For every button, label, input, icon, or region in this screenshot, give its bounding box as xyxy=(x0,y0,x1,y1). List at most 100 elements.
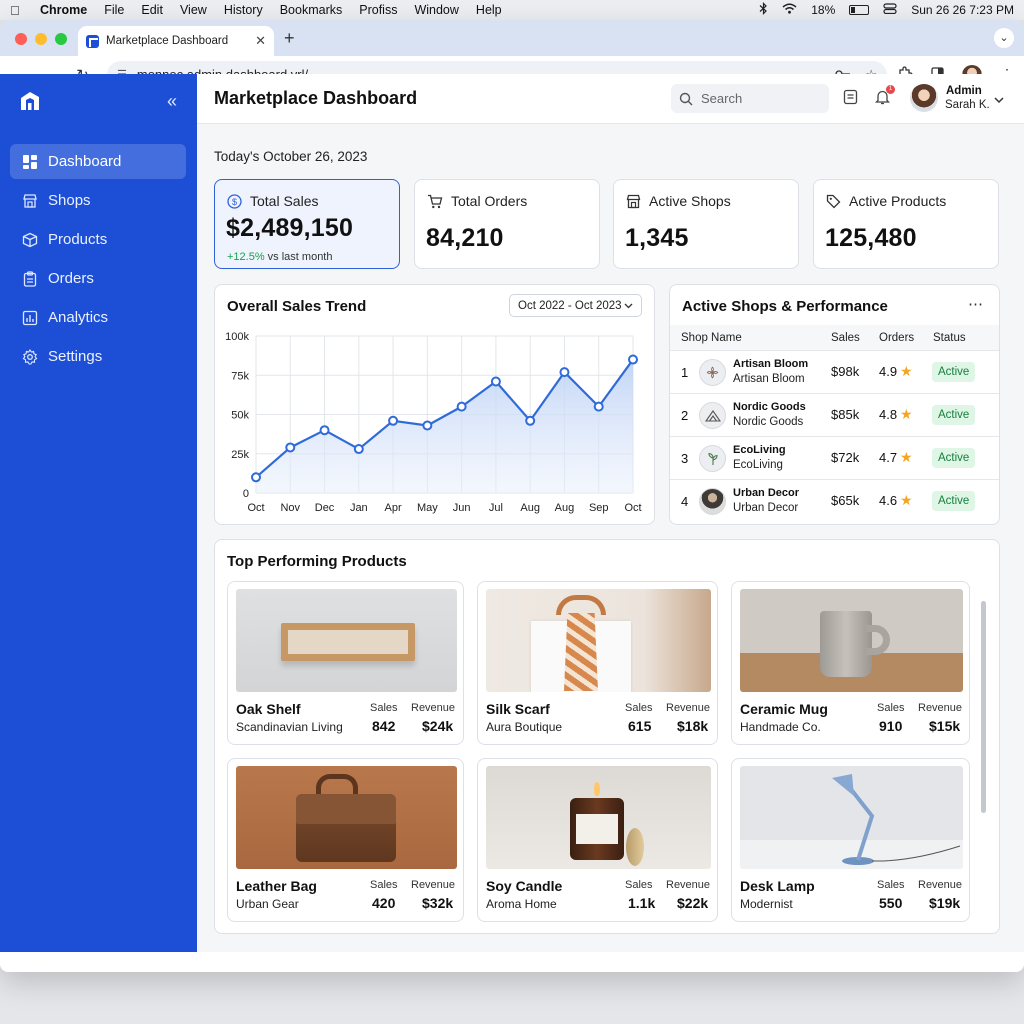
search-icon xyxy=(679,92,693,105)
menu-help[interactable]: Help xyxy=(476,3,502,17)
sidebar-item-label: Shops xyxy=(48,192,91,209)
product-card-silk-scarf[interactable]: Silk Scarf Aura Boutique Sales Revenue 6… xyxy=(477,581,718,745)
search-input[interactable]: Search xyxy=(671,84,829,113)
grid-icon xyxy=(22,154,38,170)
menu-edit[interactable]: Edit xyxy=(141,3,163,17)
svg-text:$: $ xyxy=(232,197,237,207)
shop-sales: $72k xyxy=(831,450,860,465)
kpi-total-sales[interactable]: $ Total Sales $2,489,150 +12.5% vs last … xyxy=(214,179,400,269)
menu-window[interactable]: Window xyxy=(414,3,458,17)
col-status[interactable]: Status xyxy=(933,332,966,344)
brand-logo-icon[interactable] xyxy=(19,90,41,112)
wifi-icon[interactable] xyxy=(782,3,797,17)
product-sales: 1.1k xyxy=(628,895,656,911)
tab-search-chevron-icon[interactable]: ⌄ xyxy=(994,28,1014,48)
menu-profiles[interactable]: Profiss xyxy=(359,3,397,17)
kpi-active-products[interactable]: Active Products 125,480 xyxy=(813,179,999,269)
battery-icon[interactable] xyxy=(849,5,870,15)
product-revenue: $22k xyxy=(677,895,709,911)
shop-name[interactable]: Nordic Goods xyxy=(733,401,806,413)
menu-history[interactable]: History xyxy=(224,3,263,17)
status-badge: Active xyxy=(932,405,976,425)
sidebar-item-label: Dashboard xyxy=(48,153,122,170)
bluetooth-icon[interactable] xyxy=(759,2,768,18)
product-card-ceramic-mug[interactable]: Ceramic Mug Handmade Co. Sales Revenue 9… xyxy=(731,581,970,745)
messages-icon[interactable] xyxy=(843,89,858,110)
menu-app-name[interactable]: Chrome xyxy=(40,3,87,17)
mountain-logo-icon xyxy=(699,402,726,429)
sidebar-item-shops[interactable]: Shops xyxy=(10,183,186,218)
revenue-label: Revenue xyxy=(666,702,711,714)
user-avatar[interactable] xyxy=(910,84,938,112)
sidebar-item-orders[interactable]: Orders xyxy=(10,261,186,296)
kpi-delta-suffix: vs last month xyxy=(264,251,333,263)
data-point xyxy=(422,420,433,431)
sales-trend-chart: 0 25k 50k 75k 100k Oct Nov Dec Jan Apr May Jun Jul Au… xyxy=(225,331,641,514)
col-sales[interactable]: Sales xyxy=(831,332,860,344)
apple-icon[interactable]:  xyxy=(10,3,24,18)
shop-name[interactable]: Urban Decor xyxy=(733,487,799,499)
browser-tab-active[interactable]: Marketplace Dashboard ✕ xyxy=(78,26,274,56)
product-image-oak-shelf xyxy=(236,589,457,692)
sidebar-item-label: Analytics xyxy=(48,309,109,326)
user-menu-chevron-icon[interactable] xyxy=(994,91,1004,109)
sidebar-item-analytics[interactable]: Analytics xyxy=(10,300,186,335)
shop-name[interactable]: Artisan Bloom xyxy=(733,358,808,370)
product-card-desk-lamp[interactable]: Desk Lamp Modernist Sales Revenue 550 $1… xyxy=(731,758,970,922)
product-name: Leather Bag xyxy=(236,878,317,894)
product-card-soy-candle[interactable]: Soy Candle Aroma Home Sales Revenue 1.1k… xyxy=(477,758,718,922)
more-options-icon[interactable]: ⋯ xyxy=(968,295,984,313)
menu-view[interactable]: View xyxy=(180,3,207,17)
table-row[interactable]: 1 Artisan Bloom Artisan Bloom $98k 4.9 ★… xyxy=(670,351,999,394)
shop-photo-logo xyxy=(699,488,726,515)
menu-file[interactable]: File xyxy=(104,3,124,17)
kpi-label: Total Sales xyxy=(250,193,319,209)
store-icon xyxy=(22,193,38,209)
gear-icon xyxy=(22,348,38,365)
sidebar-item-products[interactable]: Products xyxy=(10,222,186,257)
close-window-button[interactable] xyxy=(15,33,27,45)
app-header: Marketplace Dashboard Search 1 Admin Sar… xyxy=(197,74,1024,124)
new-tab-button[interactable]: + xyxy=(284,28,295,49)
product-sales: 615 xyxy=(628,718,652,734)
menu-bookmarks[interactable]: Bookmarks xyxy=(280,3,343,17)
user-role: Admin xyxy=(946,85,982,97)
products-scrollbar[interactable] xyxy=(981,601,986,813)
collapse-sidebar-icon[interactable]: « xyxy=(167,91,177,112)
data-point xyxy=(525,415,536,426)
product-name: Oak Shelf xyxy=(236,701,301,717)
sidebar-item-dashboard[interactable]: Dashboard xyxy=(10,144,186,179)
menubar-clock[interactable]: Sun 26 26 7:23 PM xyxy=(911,3,1014,17)
maximize-window-button[interactable] xyxy=(55,33,67,45)
sales-label: Sales xyxy=(370,702,398,714)
star-icon: ★ xyxy=(900,406,913,422)
x-tick-label: Jun xyxy=(453,502,471,514)
table-row[interactable]: 3 EcoLiving EcoLiving $72k 4.7 ★ Active xyxy=(670,437,999,480)
shop-name[interactable]: EcoLiving xyxy=(733,444,786,456)
notification-badge: 1 xyxy=(886,85,895,94)
product-image-silk-scarf xyxy=(486,589,711,692)
tab-close-icon[interactable]: ✕ xyxy=(255,33,266,49)
product-card-leather-bag[interactable]: Leather Bag Urban Gear Sales Revenue 420… xyxy=(227,758,464,922)
product-card-oak-shelf[interactable]: Oak Shelf Scandinavian Living Sales Reve… xyxy=(227,581,464,745)
dollar-circle-icon: $ xyxy=(227,193,242,209)
shop-sales: $85k xyxy=(831,407,860,422)
mac-menu-bar:  Chrome File Edit View History Bookmark… xyxy=(0,0,1024,20)
table-row[interactable]: 2 Nordic Goods Nordic Goods $85k 4.8 ★ A… xyxy=(670,394,999,437)
shops-performance-card: Active Shops & Performance ⋯ Shop Name S… xyxy=(669,284,1000,525)
minimize-window-button[interactable] xyxy=(35,33,47,45)
product-revenue: $18k xyxy=(677,718,709,734)
product-name: Soy Candle xyxy=(486,878,563,894)
kpi-value: 84,210 xyxy=(426,224,504,252)
shop-rating: 4.7 xyxy=(879,450,898,465)
window-controls xyxy=(15,33,67,45)
control-center-icon[interactable] xyxy=(883,3,897,17)
kpi-active-shops[interactable]: Active Shops 1,345 xyxy=(613,179,799,269)
table-header: Shop Name Sales Orders Status xyxy=(670,325,999,351)
table-row[interactable]: 4 Urban Decor Urban Decor $65k 4.6 ★ Act… xyxy=(670,480,999,523)
col-orders[interactable]: Orders xyxy=(879,332,914,344)
col-shop-name[interactable]: Shop Name xyxy=(681,332,742,344)
sidebar-item-settings[interactable]: Settings xyxy=(10,339,186,374)
tab-title: Marketplace Dashboard xyxy=(106,35,229,47)
kpi-total-orders[interactable]: Total Orders 84,210 xyxy=(414,179,600,269)
